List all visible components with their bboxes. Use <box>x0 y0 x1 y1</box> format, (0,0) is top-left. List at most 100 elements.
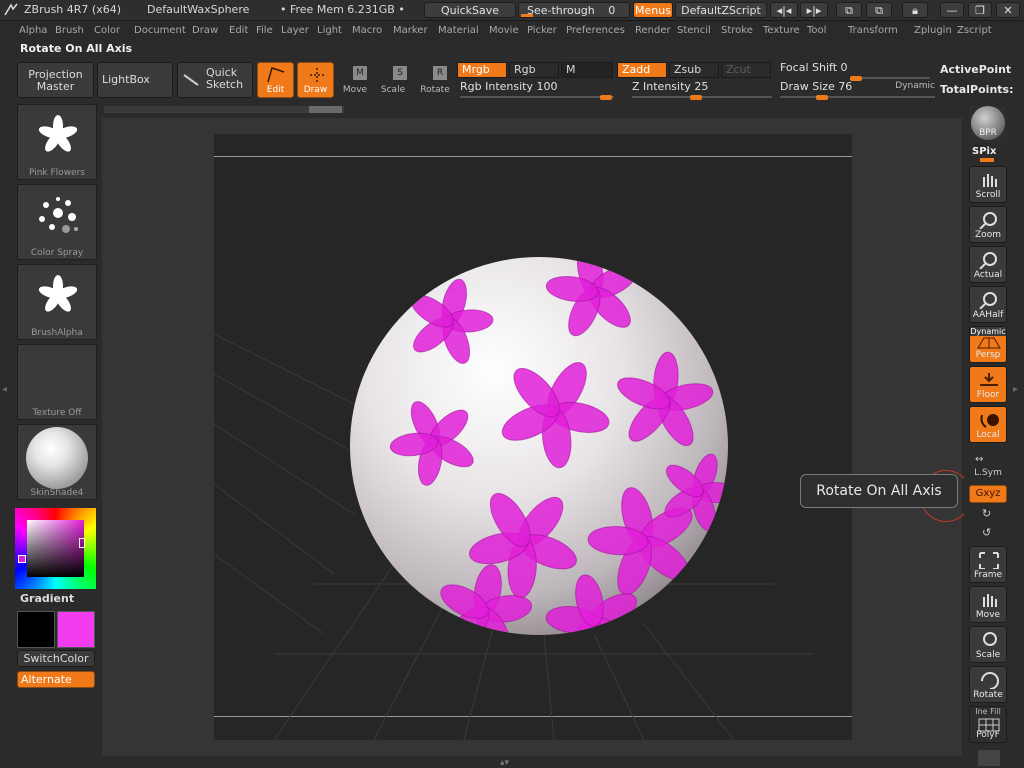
main-color-swatch[interactable] <box>17 611 55 648</box>
see-through-slider[interactable]: See-through 0 <box>518 2 630 18</box>
shift-right-icon[interactable]: ▸|▸ <box>800 2 828 18</box>
menu-transform[interactable]: Transform <box>848 25 898 36</box>
menu-document[interactable]: Document <box>134 25 186 36</box>
menu-zscript[interactable]: Zscript <box>957 25 992 36</box>
frame-button[interactable]: Frame <box>969 546 1007 583</box>
rotate-button[interactable]: R Rotate <box>417 62 454 98</box>
rgb-intensity-knob[interactable] <box>600 95 612 100</box>
edit-button[interactable]: Edit <box>257 62 294 98</box>
draw-button[interactable]: Draw <box>297 62 334 98</box>
move-button[interactable]: M Move <box>337 62 374 98</box>
alpha-thumbnail[interactable]: BrushAlpha <box>17 264 97 340</box>
left-tray-arrow-icon[interactable]: ◂ <box>2 384 7 395</box>
shift-left-icon[interactable]: ◂|◂ <box>770 2 798 18</box>
switch-color-button[interactable]: SwitchColor <box>17 650 95 667</box>
rgb-button[interactable]: Rgb <box>509 62 559 78</box>
spix-slider[interactable]: SPix <box>972 146 996 162</box>
right-tray-arrow-icon[interactable]: ▸ <box>1013 384 1018 395</box>
menu-tool[interactable]: Tool <box>807 25 826 36</box>
menu-material[interactable]: Material <box>438 25 479 36</box>
layout-icon[interactable]: ⧉ <box>836 2 862 18</box>
menu-light[interactable]: Light <box>317 25 342 36</box>
alternate-button[interactable]: Alternate <box>17 671 95 688</box>
top-scrollbar[interactable] <box>104 106 344 113</box>
hue-marker[interactable] <box>18 555 26 563</box>
draw-size-slider[interactable]: Draw Size 76 Dynamic <box>780 80 935 100</box>
edit-icon <box>267 67 285 83</box>
minimize-icon[interactable]: — <box>940 2 964 18</box>
menu-preferences[interactable]: Preferences <box>566 25 625 36</box>
menu-stroke[interactable]: Stroke <box>721 25 753 36</box>
persp-button[interactable]: Dynamic Persp <box>969 326 1007 363</box>
focal-shift-slider[interactable]: Focal Shift 0 <box>780 61 930 81</box>
brush-thumbnail[interactable]: Pink Flowers <box>17 104 97 180</box>
rotate-view-button[interactable]: Rotate <box>969 666 1007 703</box>
zsub-button[interactable]: Zsub <box>669 62 719 78</box>
bottom-tray-arrow-icon[interactable]: ▴▾ <box>500 758 509 768</box>
rotate-z-icon[interactable]: ↺ <box>982 526 991 539</box>
transp-button[interactable] <box>978 750 1000 766</box>
stroke-thumbnail[interactable]: Color Spray <box>17 184 97 260</box>
menu-alpha[interactable]: Alpha <box>19 25 47 36</box>
color-picker-marker[interactable] <box>79 538 85 548</box>
local-button[interactable]: Local <box>969 406 1007 443</box>
gradient-label[interactable]: Gradient <box>20 592 74 605</box>
zcut-button[interactable]: Zcut <box>721 62 771 78</box>
m-button[interactable]: M <box>561 62 613 78</box>
scale-view-button[interactable]: Scale <box>969 626 1007 663</box>
zadd-button[interactable]: Zadd <box>617 62 667 78</box>
see-through-knob[interactable] <box>521 14 533 17</box>
rgb-intensity-slider[interactable]: Rgb Intensity 100 <box>460 80 614 100</box>
menu-movie[interactable]: Movie <box>489 25 519 36</box>
menu-picker[interactable]: Picker <box>527 25 557 36</box>
menu-brush[interactable]: Brush <box>55 25 84 36</box>
z-intensity-slider[interactable]: Z Intensity 25 <box>632 80 772 100</box>
menu-color[interactable]: Color <box>94 25 120 36</box>
actual-button[interactable]: Actual <box>969 246 1007 283</box>
bpr-button[interactable]: BPR <box>969 106 1007 143</box>
floor-button[interactable]: Floor <box>969 366 1007 403</box>
projection-master-button[interactable]: Projection Master <box>17 62 94 98</box>
quicksave-button[interactable]: QuickSave <box>424 2 516 18</box>
lsym-button[interactable]: ↔ L.Sym <box>969 454 1007 480</box>
restore-icon[interactable]: ❐ <box>968 2 992 18</box>
color-picker-ring[interactable] <box>15 508 96 589</box>
lightbox-button[interactable]: LightBox <box>97 62 173 98</box>
texture-thumbnail[interactable]: Texture Off <box>17 344 97 420</box>
top-scrollbar-thumb[interactable] <box>309 106 342 113</box>
spix-knob[interactable] <box>980 158 994 162</box>
xyz-rotate-button[interactable]: Gxyz <box>969 485 1007 503</box>
aahalf-button[interactable]: AAHalf <box>969 286 1007 323</box>
default-zscript-button[interactable]: DefaultZScript <box>675 2 767 18</box>
draw-size-knob[interactable] <box>816 95 828 100</box>
menu-edit[interactable]: Edit <box>229 25 248 36</box>
rotate-y-icon[interactable]: ↻ <box>982 507 991 520</box>
menu-layer[interactable]: Layer <box>281 25 309 36</box>
dynamic-toggle[interactable]: Dynamic <box>895 81 935 91</box>
polyf-button[interactable]: Ine Fill PolyF <box>969 706 1007 743</box>
menus-button[interactable]: Menus <box>633 2 673 18</box>
close-icon[interactable]: ✕ <box>996 2 1020 18</box>
material-thumbnail[interactable]: SkinShade4 <box>17 424 97 500</box>
layout-alt-icon[interactable]: ⧉ <box>866 2 892 18</box>
menu-stencil[interactable]: Stencil <box>677 25 711 36</box>
quick-sketch-button[interactable]: Quick Sketch <box>177 62 253 98</box>
color-picker-square[interactable] <box>27 520 84 577</box>
menu-draw[interactable]: Draw <box>192 25 218 36</box>
menu-file[interactable]: File <box>256 25 273 36</box>
move-view-button[interactable]: Move <box>969 586 1007 623</box>
scale-button[interactable]: S Scale <box>377 62 414 98</box>
menu-render[interactable]: Render <box>635 25 671 36</box>
menu-macro[interactable]: Macro <box>352 25 382 36</box>
menu-zplugin[interactable]: Zplugin <box>914 25 952 36</box>
mrgb-button[interactable]: Mrgb <box>457 62 507 78</box>
zoom-button[interactable]: Zoom <box>969 206 1007 243</box>
menu-texture[interactable]: Texture <box>763 25 800 36</box>
document-canvas[interactable] <box>214 134 852 740</box>
z-intensity-knob[interactable] <box>690 95 702 100</box>
lock-icon[interactable]: 🔒︎ <box>902 2 928 18</box>
secondary-color-swatch[interactable] <box>57 611 95 648</box>
sculpt-sphere[interactable] <box>344 252 734 642</box>
scroll-button[interactable]: Scroll <box>969 166 1007 203</box>
menu-marker[interactable]: Marker <box>393 25 428 36</box>
